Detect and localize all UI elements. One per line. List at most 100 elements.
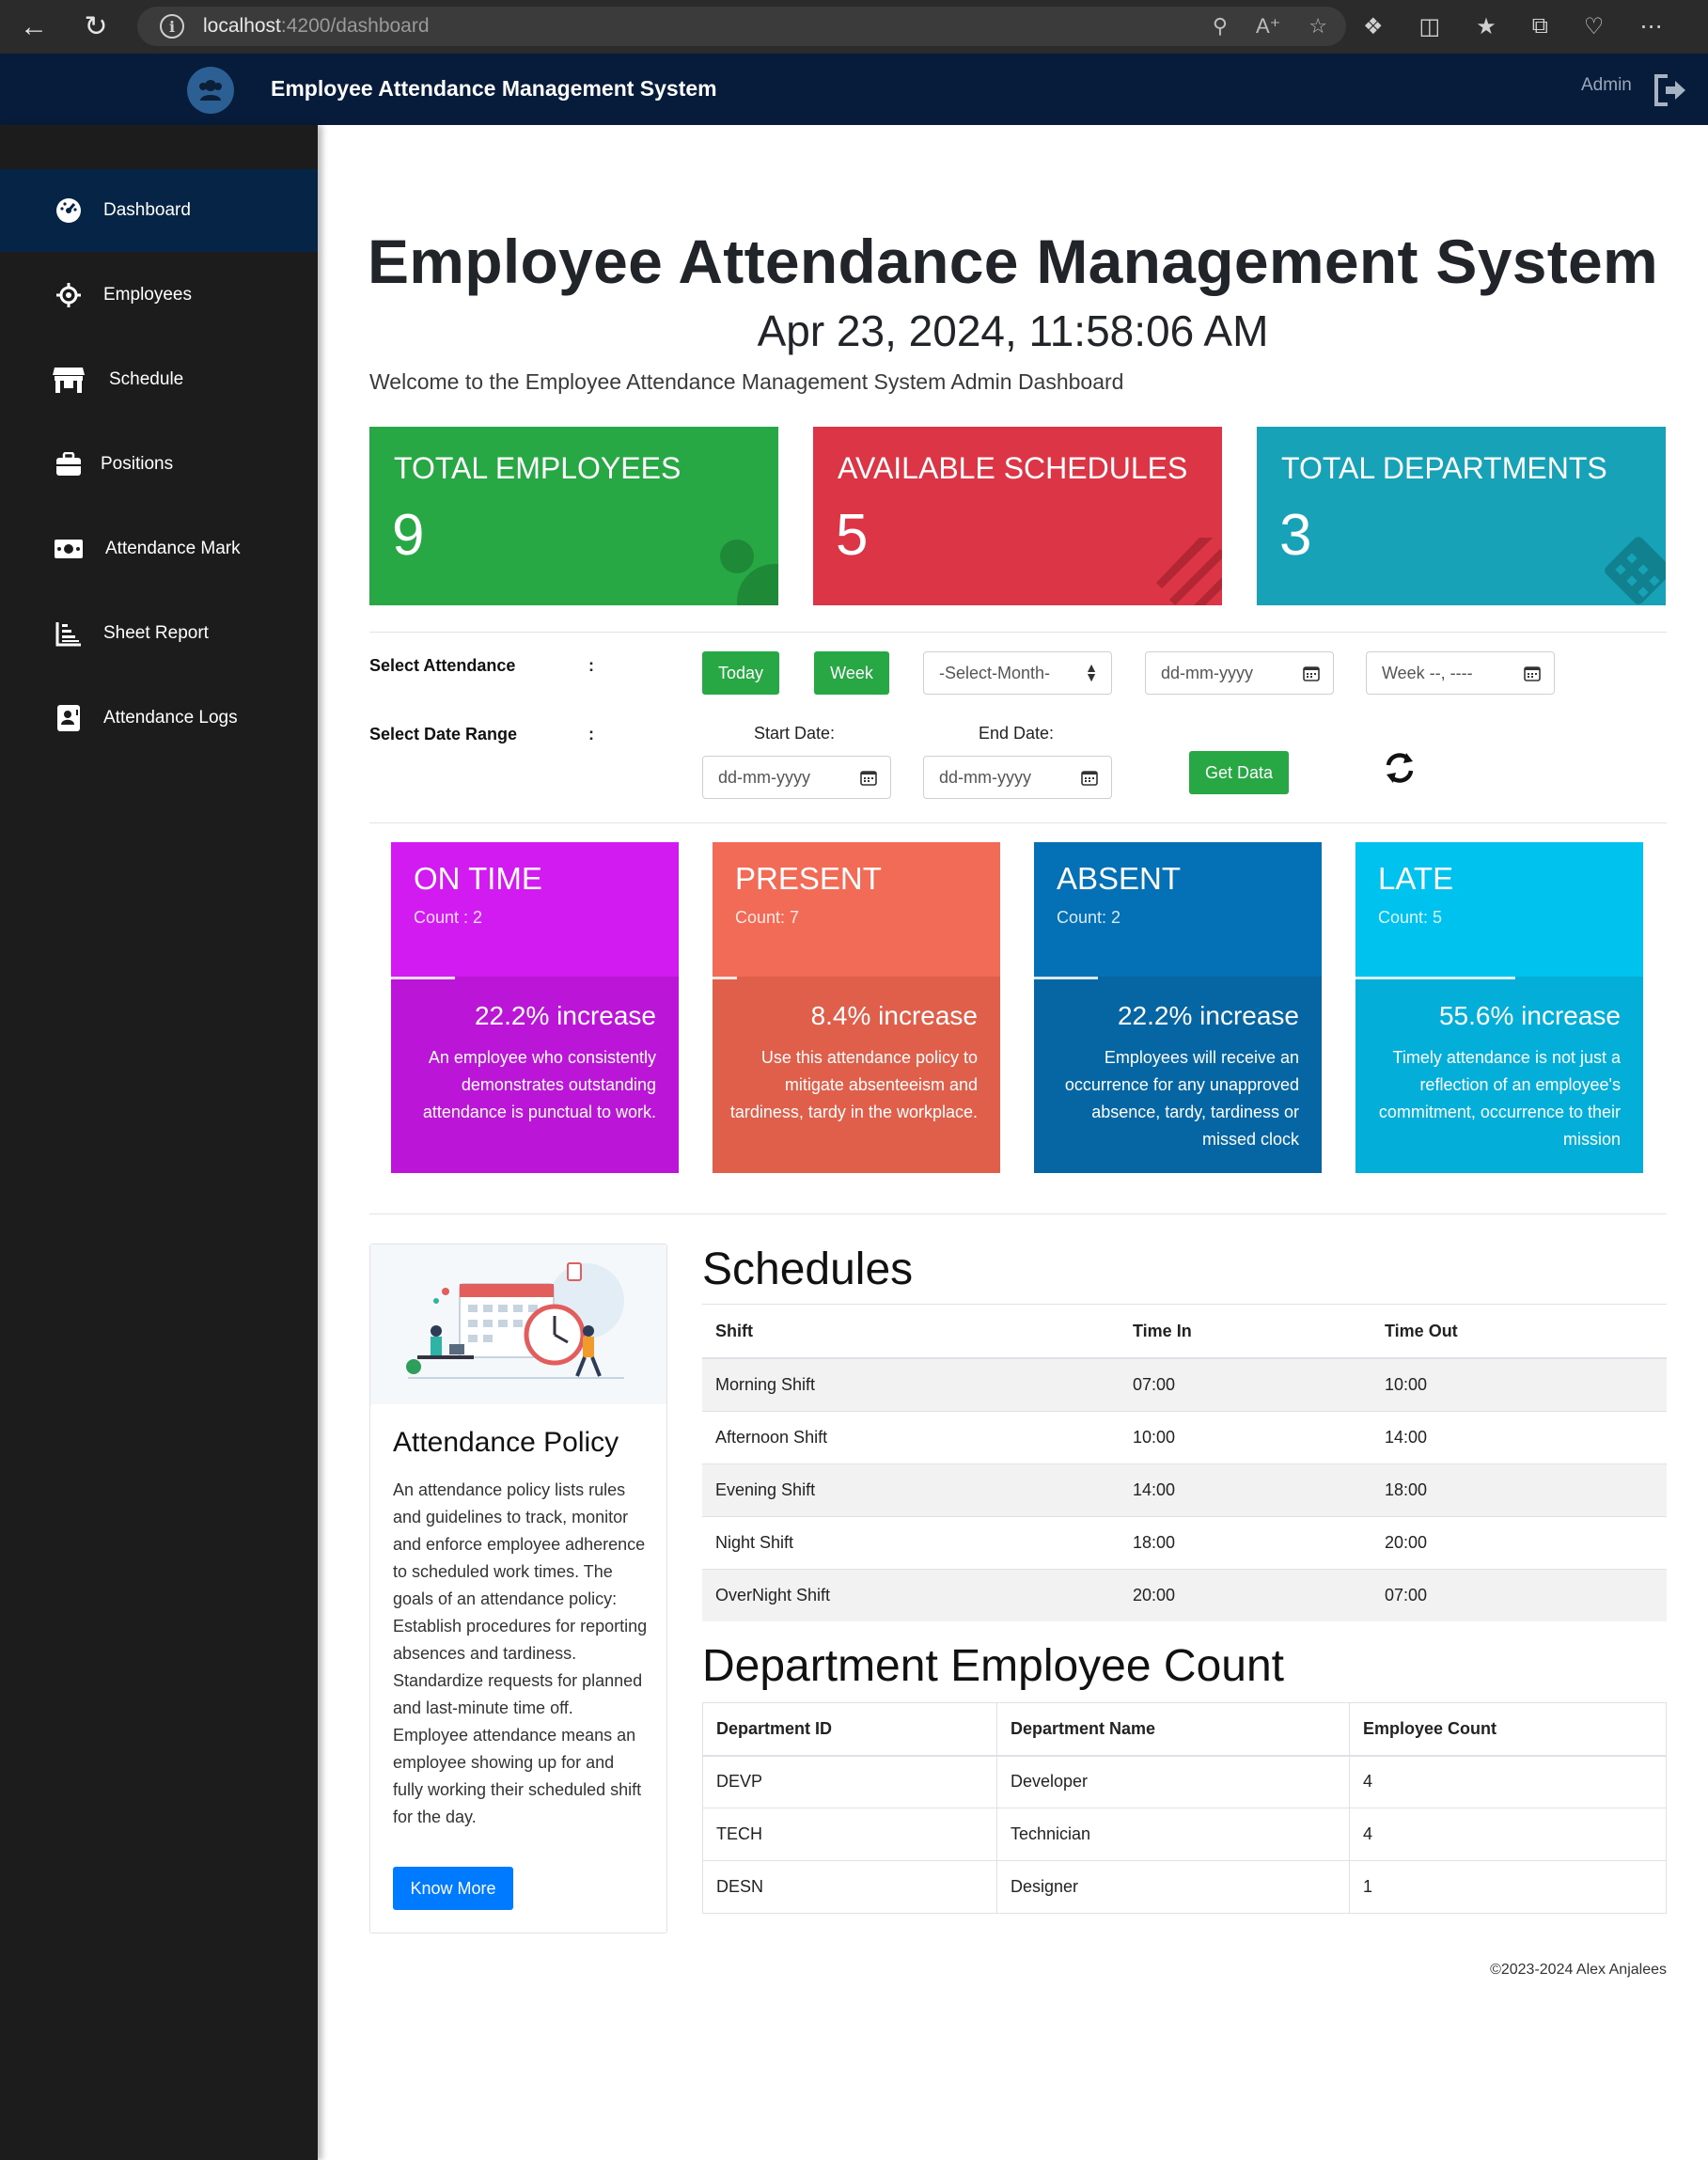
table-row: Night Shift 18:00 20:00 <box>702 1515 1667 1569</box>
info-icon[interactable]: i <box>160 14 184 39</box>
browser-toolbar: ← ↻ i localhost:4200/dashboard ⚲ A⁺ ☆ ❖ … <box>0 0 1708 54</box>
card-title: ON TIME <box>414 861 542 896</box>
table-cell: 18:00 <box>1371 1463 1667 1516</box>
current-datetime: Apr 23, 2024, 11:58:06 AM <box>757 306 1269 355</box>
today-button[interactable]: Today <box>702 651 779 695</box>
logout-icon[interactable] <box>1651 70 1690 110</box>
sidebar-item-schedule[interactable]: Schedule <box>0 338 318 421</box>
stat-value: 3 <box>1279 503 1312 568</box>
page-title: Employee Attendance Management System <box>367 227 1659 296</box>
date-input-placeholder: dd-mm-yyyy <box>1161 663 1253 682</box>
id-card-icon <box>53 702 85 734</box>
main-content: Employee Attendance Management System Ap… <box>318 125 1708 2160</box>
department-count-title: Department Employee Count <box>702 1641 1284 1691</box>
month-select[interactable]: -Select-Month- ▲ ▼ <box>923 651 1112 695</box>
month-select-value: -Select-Month- <box>939 663 1051 682</box>
zoom-icon[interactable]: ⚲ <box>1213 14 1228 39</box>
start-date-label: Start Date: <box>754 724 836 743</box>
progress-bar <box>1034 977 1098 979</box>
card-title: LATE <box>1378 861 1454 896</box>
table-cell: Technician <box>996 1808 1350 1861</box>
split-screen-icon[interactable]: ◫ <box>1419 13 1441 40</box>
card-count: Count : 2 <box>414 908 483 927</box>
sidebar-item-label: Sheet Report <box>103 623 209 643</box>
app-title: Employee Attendance Management System <box>271 76 717 101</box>
sidebar-item-dashboard[interactable]: Dashboard <box>0 169 318 252</box>
policy-text: An attendance policy lists rules and gui… <box>393 1480 648 1826</box>
date-input[interactable]: dd-mm-yyyy <box>1145 651 1334 695</box>
colon: : <box>588 656 594 675</box>
column-header: Department Name <box>996 1702 1350 1757</box>
sidebar-item-attendance-logs[interactable]: Attendance Logs <box>0 677 318 759</box>
select-arrows-icon: ▲ ▼ <box>1085 660 1098 684</box>
address-bar[interactable]: i localhost:4200/dashboard ⚲ A⁺ ☆ <box>137 7 1346 46</box>
store-icon <box>53 364 85 396</box>
card-count: Count: 7 <box>735 908 800 927</box>
refresh-icon[interactable] <box>1381 749 1418 787</box>
collections-icon[interactable]: ⧉ <box>1532 13 1548 39</box>
table-cell: Night Shift <box>702 1515 1120 1569</box>
week-input-placeholder: Week --, ---- <box>1382 663 1473 682</box>
get-data-button[interactable]: Get Data <box>1189 751 1289 794</box>
sidebar-item-label: Dashboard <box>103 200 191 220</box>
sidebar-item-positions[interactable]: Positions <box>0 423 318 506</box>
table-cell: Evening Shift <box>702 1463 1120 1516</box>
favorite-star-icon[interactable]: ☆ <box>1308 14 1327 39</box>
present-card: PRESENT Count: 7 8.4% increase Use this at… <box>713 842 1000 1173</box>
available-schedules-card: AVAILABLE SCHEDULES 5 <box>813 427 1222 605</box>
stat-label: AVAILABLE SCHEDULES <box>838 451 1188 485</box>
divider <box>369 632 1667 633</box>
calendar-icon[interactable] <box>1081 769 1098 786</box>
table-cell: 10:00 <box>1120 1410 1371 1463</box>
url-text[interactable]: localhost:4200/dashboard <box>203 15 430 38</box>
table-cell: 10:00 <box>1371 1357 1667 1411</box>
health-icon[interactable]: ♡ <box>1584 13 1605 40</box>
table-cell: 07:00 <box>1371 1568 1667 1621</box>
divider <box>369 822 1667 823</box>
table-cell: Afternoon Shift <box>702 1410 1120 1463</box>
table-cell: 4 <box>1349 1755 1667 1808</box>
table-row: Morning Shift 07:00 10:00 <box>702 1357 1667 1411</box>
start-date-input[interactable]: dd-mm-yyyy <box>702 756 891 799</box>
sidebar-item-employees[interactable]: Employees <box>0 254 318 337</box>
card-description: Employees will receive an occurrence for… <box>1064 1048 1299 1149</box>
footer-copyright: ©2023-2024 Alex Anjalees <box>1490 1962 1667 1978</box>
column-header: Shift <box>702 1306 1120 1359</box>
table-cell: Designer <box>996 1860 1350 1914</box>
sidebar-item-label: Attendance Logs <box>103 708 238 728</box>
read-aloud-icon[interactable]: A⁺ <box>1256 14 1280 39</box>
schedules-table: Shift Time In Time Out Morning Shift 07:0… <box>702 1306 1667 1621</box>
know-more-button[interactable]: Know More <box>393 1867 513 1910</box>
colon: : <box>588 725 594 743</box>
stat-value: 9 <box>392 503 425 568</box>
reload-icon[interactable]: ↻ <box>75 7 117 48</box>
schedules-title: Schedules <box>702 1244 914 1294</box>
end-date-input[interactable]: dd-mm-yyyy <box>923 756 1112 799</box>
card-title: ABSENT <box>1057 861 1182 896</box>
briefcase-icon <box>53 448 85 480</box>
chart-icon <box>53 618 85 650</box>
back-arrow-icon[interactable]: ← <box>13 7 55 48</box>
sidebar-item-sheet-report[interactable]: Sheet Report <box>0 592 318 675</box>
calendar-icon[interactable] <box>1524 665 1541 681</box>
sidebar: Dashboard Employees Schedule Positions A… <box>0 125 318 2160</box>
table-row: OverNight Shift 20:00 07:00 <box>702 1568 1667 1621</box>
table-cell: 20:00 <box>1371 1515 1667 1569</box>
table-cell: 07:00 <box>1120 1357 1371 1411</box>
table-row: Evening Shift 14:00 18:00 <box>702 1463 1667 1516</box>
stat-label: TOTAL EMPLOYEES <box>394 451 682 485</box>
table-cell: Morning Shift <box>702 1357 1120 1411</box>
table-cell: 14:00 <box>1120 1463 1371 1516</box>
week-input[interactable]: Week --, ---- <box>1366 651 1555 695</box>
calendar-icon[interactable] <box>1303 665 1320 681</box>
policy-title: Attendance Policy <box>393 1427 619 1458</box>
column-header: Department ID <box>702 1702 997 1757</box>
table-cell: TECH <box>702 1808 997 1861</box>
sidebar-item-attendance-mark[interactable]: Attendance Mark <box>0 508 318 590</box>
extensions-icon[interactable]: ❖ <box>1363 13 1384 40</box>
more-menu-icon[interactable]: ⋯ <box>1639 13 1662 40</box>
building-grid-icon <box>1605 537 1666 604</box>
calendar-icon[interactable] <box>860 769 877 786</box>
week-button[interactable]: Week <box>814 651 889 695</box>
favorites-icon[interactable]: ★ <box>1476 13 1496 40</box>
